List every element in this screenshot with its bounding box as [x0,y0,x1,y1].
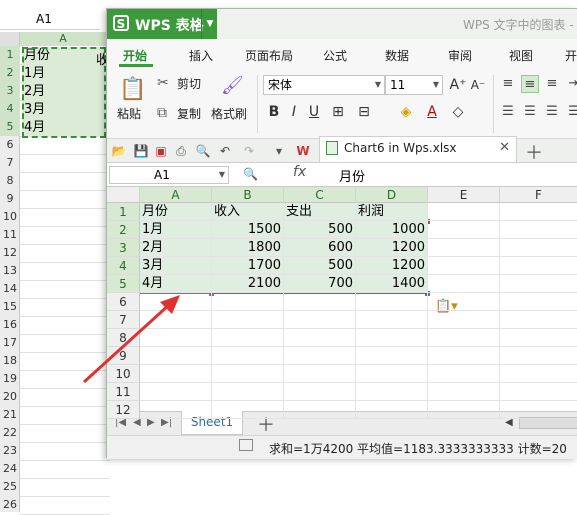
annotation-arrow [82,295,180,384]
arrow-shaft [82,302,172,384]
